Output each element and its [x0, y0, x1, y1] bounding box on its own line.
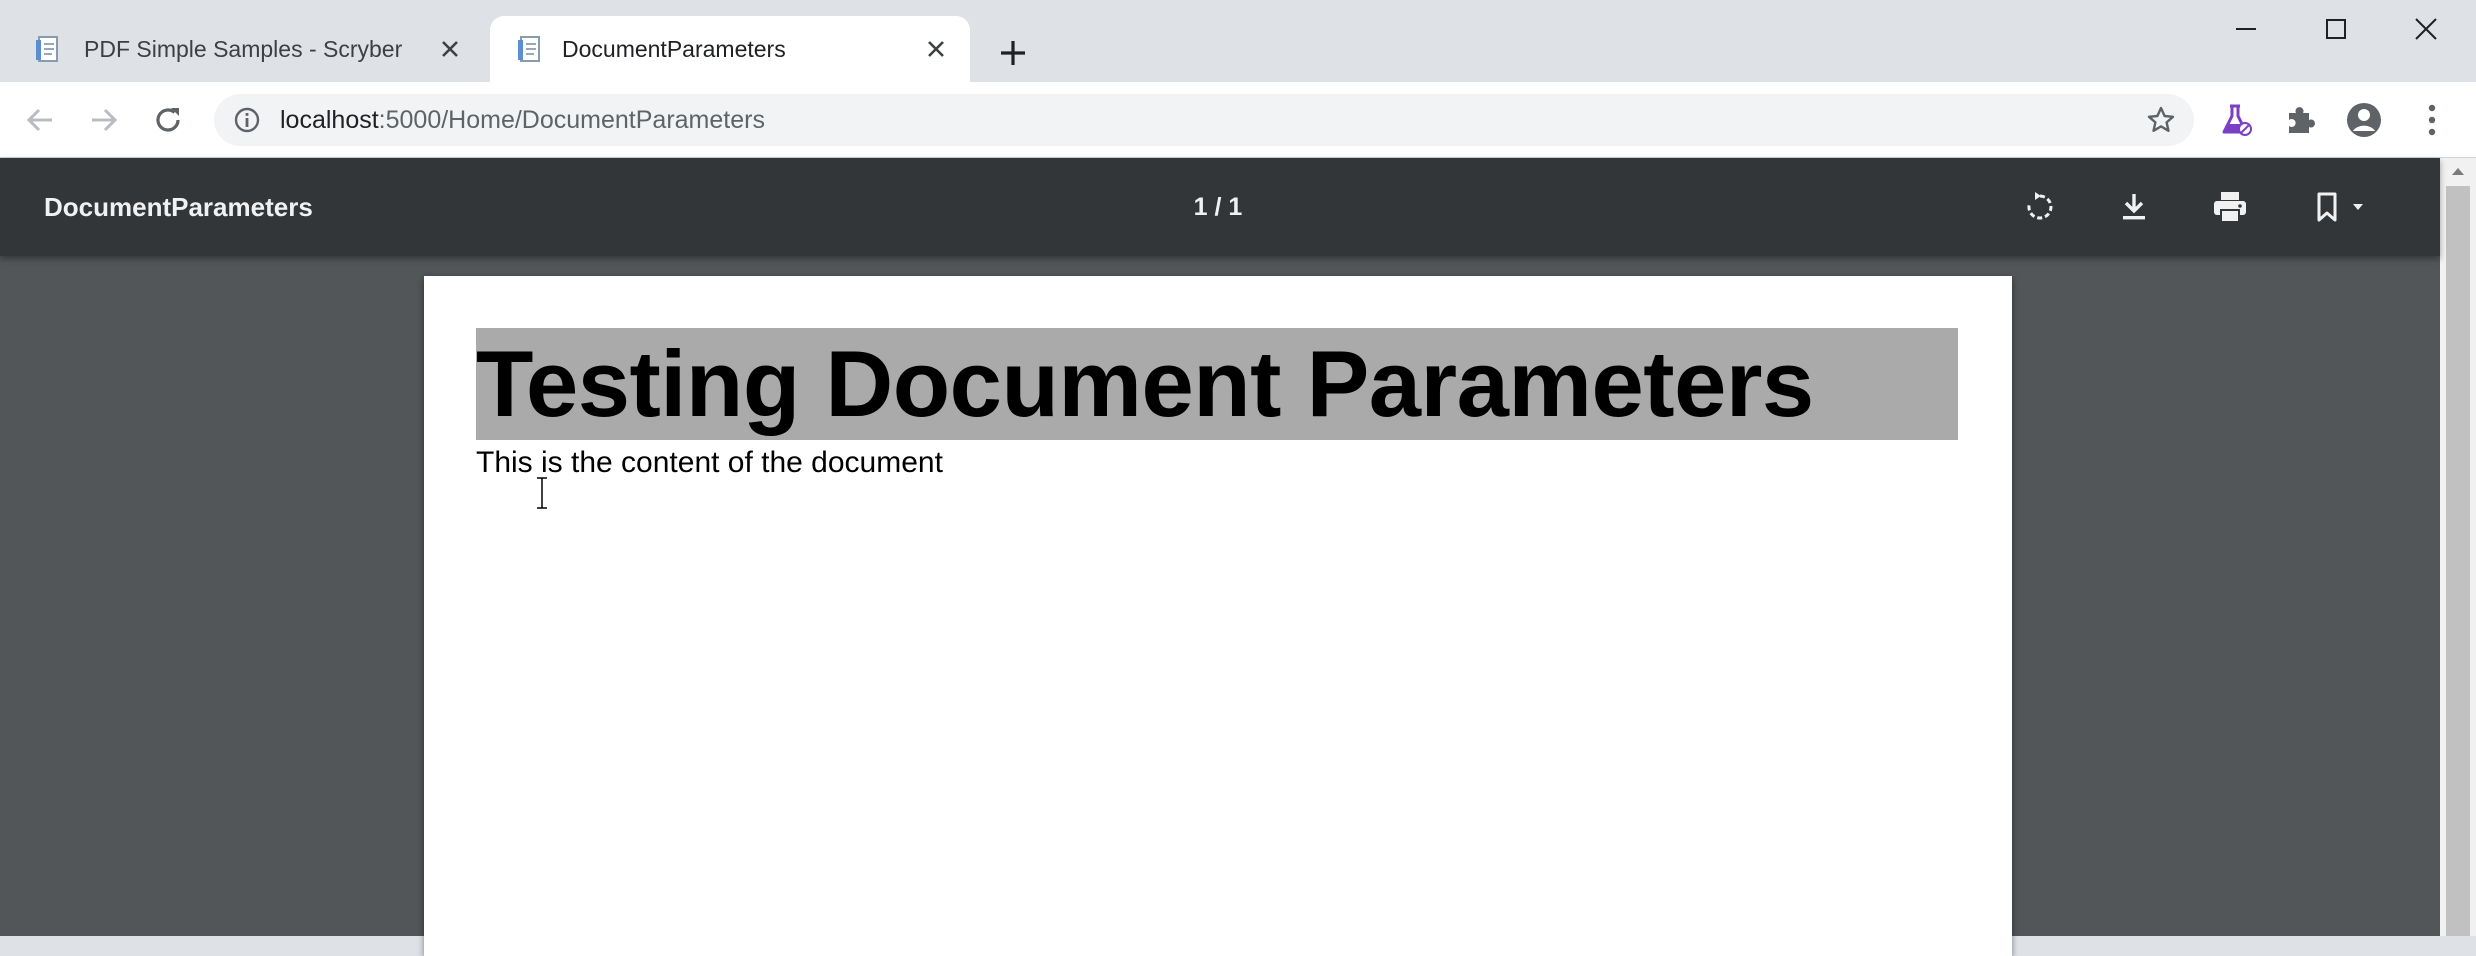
document-favicon-icon	[36, 36, 58, 62]
close-window-icon[interactable]	[2380, 0, 2472, 58]
tab-title: DocumentParameters	[562, 36, 786, 62]
pdf-page: Testing Document Parameters This is the …	[424, 276, 2012, 956]
url-path: :5000/Home/DocumentParameters	[378, 106, 765, 134]
menu-kebab-icon[interactable]	[2412, 100, 2452, 140]
document-favicon-icon	[518, 36, 540, 62]
tab-document-parameters[interactable]: DocumentParameters	[490, 16, 970, 82]
selected-heading-highlight: Testing Document Parameters	[476, 328, 1958, 440]
rotate-icon[interactable]	[2020, 187, 2060, 227]
back-arrow-icon[interactable]	[18, 98, 62, 142]
forward-arrow-icon[interactable]	[82, 98, 126, 142]
pdf-viewer: DocumentParameters 1 / 1 Testing Documen…	[0, 158, 2440, 956]
scroll-up-arrow-icon[interactable]	[2440, 158, 2476, 184]
url-host: localhost	[280, 106, 379, 134]
close-tab-icon[interactable]	[434, 33, 466, 65]
minimize-icon[interactable]	[2200, 0, 2292, 58]
url-text: localhost:5000/Home/DocumentParameters	[280, 94, 765, 146]
pdf-document-title: DocumentParameters	[44, 192, 313, 222]
browser-toolbar: localhost:5000/Home/DocumentParameters	[0, 82, 2476, 158]
tab-strip: PDF Simple Samples - Scryber DocumentPar…	[0, 0, 2476, 82]
new-tab-plus-icon[interactable]	[992, 32, 1034, 74]
extensions-puzzle-icon[interactable]	[2280, 100, 2320, 140]
document-body-text: This is the content of the document	[476, 446, 943, 479]
bookmark-star-icon[interactable]	[2146, 105, 2176, 135]
pdf-toolbar: DocumentParameters 1 / 1	[0, 158, 2440, 256]
site-info-icon[interactable]	[232, 105, 262, 135]
bookmark-menu-icon[interactable]	[2306, 187, 2376, 227]
tab-pdf-simple-samples[interactable]: PDF Simple Samples - Scryber	[0, 16, 488, 82]
page-indicator: 1 / 1	[1193, 193, 1243, 221]
labs-flask-icon[interactable]	[2216, 100, 2256, 140]
profile-avatar-icon[interactable]	[2344, 100, 2384, 140]
download-icon[interactable]	[2114, 187, 2154, 227]
scrollbar-thumb[interactable]	[2446, 186, 2470, 936]
reload-icon[interactable]	[146, 98, 190, 142]
text-cursor-icon	[537, 476, 547, 510]
scrollbar[interactable]	[2440, 158, 2476, 936]
tab-title: PDF Simple Samples - Scryber	[84, 36, 403, 62]
maximize-icon[interactable]	[2290, 0, 2382, 58]
print-icon[interactable]	[2210, 187, 2250, 227]
close-tab-icon[interactable]	[920, 33, 952, 65]
address-bar[interactable]: localhost:5000/Home/DocumentParameters	[214, 94, 2194, 146]
document-heading: Testing Document Parameters	[476, 331, 1814, 436]
